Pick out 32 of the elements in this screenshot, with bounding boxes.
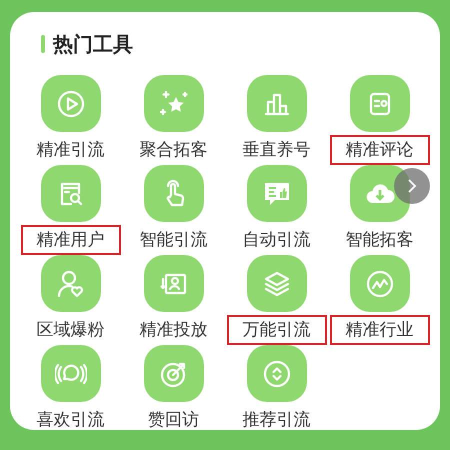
tool-label: 智能拓客 [344, 229, 414, 252]
tool-button[interactable] [144, 345, 204, 402]
tool-button[interactable] [144, 255, 204, 312]
tool-button[interactable] [40, 345, 100, 402]
section-title: 热门工具 [53, 30, 133, 58]
tool-label: 精准引流 [36, 139, 106, 162]
tool-label: 区域爆粉 [36, 319, 106, 342]
tool-button[interactable] [350, 255, 410, 312]
tool-button[interactable] [40, 165, 100, 222]
tool-label: 精准用户 [20, 225, 120, 255]
tool-label: 喜欢引流 [36, 409, 106, 432]
tool-button[interactable] [350, 75, 410, 132]
tool-button[interactable] [40, 255, 100, 312]
tool-label: 精准评论 [330, 135, 430, 165]
tool-button[interactable] [246, 345, 306, 402]
tool-label: 垂直养号 [242, 139, 312, 162]
tool-label: 万能引流 [226, 315, 326, 345]
tool-label: 自动引流 [242, 229, 312, 252]
tool-button[interactable] [246, 255, 306, 312]
tool-label: 智能引流 [138, 229, 208, 252]
tool-button[interactable] [246, 75, 306, 132]
next-button[interactable] [394, 168, 430, 204]
tool-label: 聚合拓客 [138, 139, 208, 162]
tool-button[interactable] [246, 165, 306, 222]
accent-bar [41, 35, 45, 53]
tool-button[interactable] [144, 165, 204, 222]
tool-button[interactable] [144, 75, 204, 132]
tool-label: 精准行业 [330, 315, 430, 345]
tool-label: 精准投放 [138, 319, 208, 342]
tool-label: 推荐引流 [242, 409, 312, 432]
tool-label: 赞回访 [147, 409, 200, 432]
tool-button[interactable] [40, 75, 100, 132]
